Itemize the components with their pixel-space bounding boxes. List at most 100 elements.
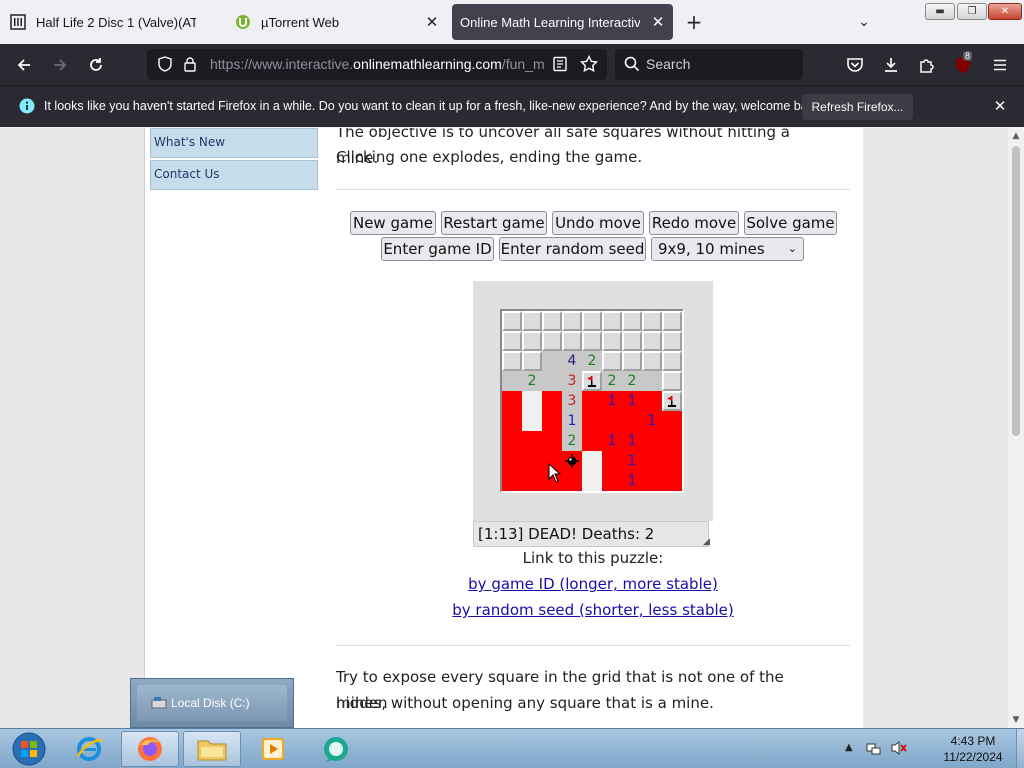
- covered-cell[interactable]: [562, 331, 582, 351]
- number-cell[interactable]: 1: [622, 431, 642, 451]
- network-icon[interactable]: [866, 740, 882, 760]
- sidebar-link-contact-us[interactable]: Contact Us: [150, 160, 318, 190]
- number-cell[interactable]: 1: [602, 391, 622, 411]
- bookmark-star-icon[interactable]: [579, 54, 599, 77]
- open-cell[interactable]: [642, 371, 662, 391]
- number-cell[interactable]: 1: [622, 451, 642, 471]
- window-close-button[interactable]: ✕: [988, 3, 1022, 20]
- mine-highlight-cell[interactable]: [542, 391, 562, 411]
- mine-highlight-cell[interactable]: [542, 411, 562, 431]
- lock-icon[interactable]: [183, 56, 197, 76]
- start-orb-icon[interactable]: [0, 731, 58, 767]
- show-hidden-icons-icon[interactable]: ▲: [845, 742, 853, 753]
- mine-highlight-cell[interactable]: [662, 411, 682, 431]
- shield-icon[interactable]: [157, 56, 173, 76]
- pocket-icon[interactable]: [842, 52, 868, 78]
- mine-highlight-cell[interactable]: [642, 391, 662, 411]
- close-icon[interactable]: ✕: [423, 13, 441, 31]
- tab-half-life[interactable]: Half Life 2 Disc 1 (Valve)(ATI)(Vi: [0, 4, 220, 40]
- enter-random-seed-button[interactable]: Enter random seed: [499, 237, 646, 261]
- board-size-select[interactable]: 9x9, 10 mines ⌄: [651, 237, 804, 261]
- resize-handle-icon[interactable]: ◢: [703, 537, 710, 547]
- covered-cell[interactable]: [662, 311, 682, 331]
- link-by-random-seed[interactable]: by random seed (shorter, less stable): [325, 601, 861, 619]
- open-cell[interactable]: [542, 351, 562, 371]
- covered-cell[interactable]: [502, 331, 522, 351]
- open-cell[interactable]: [542, 371, 562, 391]
- covered-cell[interactable]: [642, 311, 662, 331]
- new-game-button[interactable]: New game: [350, 211, 436, 235]
- mine-highlight-cell[interactable]: [522, 451, 542, 471]
- covered-cell[interactable]: [642, 331, 662, 351]
- tab-utorrent[interactable]: µTorrent Web ✕: [225, 4, 447, 40]
- mine-highlight-cell[interactable]: [642, 431, 662, 451]
- mine-highlight-cell[interactable]: [662, 451, 682, 471]
- enter-game-id-button[interactable]: Enter game ID: [381, 237, 494, 261]
- taskbar-thumbnail-popup[interactable]: Local Disk (C:): [130, 678, 294, 728]
- covered-cell[interactable]: [602, 351, 622, 371]
- covered-cell[interactable]: [502, 311, 522, 331]
- file-explorer-icon[interactable]: [183, 731, 241, 767]
- reader-view-icon[interactable]: [552, 56, 568, 76]
- mine-highlight-cell[interactable]: [662, 471, 682, 491]
- mine-highlight-cell[interactable]: [502, 471, 522, 491]
- number-cell[interactable]: 2: [562, 431, 582, 451]
- covered-cell[interactable]: [662, 351, 682, 371]
- mine-highlight-cell[interactable]: [582, 431, 602, 451]
- mine-highlight-cell[interactable]: [502, 411, 522, 431]
- flag-icon[interactable]: [582, 371, 602, 391]
- mine-highlight-cell[interactable]: [582, 411, 602, 431]
- covered-cell[interactable]: [642, 351, 662, 371]
- mine-highlight-cell[interactable]: [582, 391, 602, 411]
- mine-highlight-cell[interactable]: [562, 471, 582, 491]
- number-cell[interactable]: 1: [562, 411, 582, 431]
- number-cell[interactable]: 2: [602, 371, 622, 391]
- number-cell[interactable]: 1: [622, 391, 642, 411]
- number-cell[interactable]: 2: [522, 371, 542, 391]
- number-cell[interactable]: 1: [622, 471, 642, 491]
- mine-highlight-cell[interactable]: [502, 391, 522, 411]
- internet-explorer-icon[interactable]: [60, 731, 118, 767]
- restore-button[interactable]: ❐: [957, 3, 987, 20]
- open-cell[interactable]: [522, 411, 542, 431]
- mine-highlight-cell[interactable]: [662, 431, 682, 451]
- mine-highlight-cell[interactable]: [542, 431, 562, 451]
- vertical-scrollbar[interactable]: ▲ ▼: [1008, 128, 1024, 728]
- app-bubble-icon[interactable]: [307, 731, 365, 767]
- open-cell[interactable]: [582, 451, 602, 471]
- number-cell[interactable]: 4: [562, 351, 582, 371]
- mine-highlight-cell[interactable]: [502, 451, 522, 471]
- solve-game-button[interactable]: Solve game: [744, 211, 837, 235]
- chevron-down-icon[interactable]: ⌄: [853, 11, 875, 33]
- close-icon[interactable]: ✕: [990, 96, 1010, 116]
- mine-highlight-cell[interactable]: [522, 471, 542, 491]
- mine-highlight-cell[interactable]: [502, 431, 522, 451]
- minimize-button[interactable]: ▬: [925, 3, 955, 20]
- mine-icon[interactable]: [562, 451, 582, 471]
- covered-cell[interactable]: [622, 311, 642, 331]
- covered-cell[interactable]: [522, 331, 542, 351]
- new-tab-button[interactable]: +: [683, 11, 705, 33]
- restart-game-button[interactable]: Restart game: [441, 211, 547, 235]
- covered-cell[interactable]: [542, 331, 562, 351]
- mine-highlight-cell[interactable]: [622, 411, 642, 431]
- downloads-icon[interactable]: [878, 52, 904, 78]
- hamburger-menu-icon[interactable]: [987, 52, 1013, 78]
- refresh-firefox-button[interactable]: Refresh Firefox...: [802, 94, 913, 120]
- sidebar-link-whats-new[interactable]: What's New: [150, 128, 318, 158]
- scroll-down-icon[interactable]: ▼: [1011, 715, 1021, 725]
- covered-cell[interactable]: [502, 351, 522, 371]
- number-cell[interactable]: 1: [642, 411, 662, 431]
- covered-cell[interactable]: [522, 351, 542, 371]
- covered-cell[interactable]: [602, 311, 622, 331]
- tab-online-math[interactable]: Online Math Learning Interactive An ✕: [452, 4, 673, 40]
- covered-cell[interactable]: [662, 331, 682, 351]
- mine-highlight-cell[interactable]: [602, 411, 622, 431]
- covered-cell[interactable]: [622, 331, 642, 351]
- open-cell[interactable]: [502, 371, 522, 391]
- link-by-game-id[interactable]: by game ID (longer, more stable): [325, 575, 861, 593]
- covered-cell[interactable]: [602, 331, 622, 351]
- show-desktop-button[interactable]: [1016, 729, 1024, 768]
- covered-cell[interactable]: [662, 371, 682, 391]
- volume-muted-icon[interactable]: [890, 740, 908, 760]
